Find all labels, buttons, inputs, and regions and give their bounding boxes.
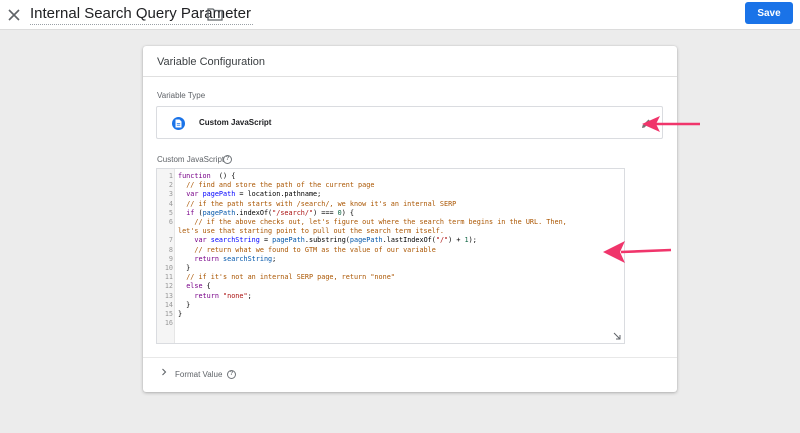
code-text: let's use that starting point to pull ou… bbox=[178, 227, 444, 236]
line-number: 13 bbox=[164, 291, 173, 300]
line-number: 1 bbox=[168, 172, 173, 180]
line-number: 11 bbox=[164, 273, 173, 282]
folder-icon[interactable] bbox=[207, 7, 223, 21]
format-value-help-icon[interactable]: ? bbox=[227, 370, 236, 379]
line-number: 14 bbox=[164, 300, 173, 309]
close-icon[interactable] bbox=[4, 5, 24, 25]
code-line: 12 else { bbox=[157, 282, 624, 291]
line-number: 7 bbox=[168, 236, 173, 245]
chevron-right-icon[interactable] bbox=[160, 368, 168, 376]
variable-type-label: Variable Type bbox=[157, 91, 206, 100]
code-line: 9 return searchString; bbox=[157, 255, 624, 264]
code-line: 14 } bbox=[157, 301, 624, 310]
code-line: 7 var searchString = pagePath.substring(… bbox=[157, 236, 624, 245]
line-number: 15 bbox=[164, 310, 173, 318]
code-line: 4 // if the path starts with /search/, w… bbox=[157, 200, 624, 209]
card-title: Variable Configuration bbox=[157, 56, 266, 68]
code-text: var searchString = pagePath.substring(pa… bbox=[194, 236, 477, 245]
card-header: Variable Configuration bbox=[143, 46, 677, 77]
code-text: } bbox=[178, 300, 191, 309]
code-text: // if the path starts with /search/, we … bbox=[186, 199, 457, 208]
line-number: 3 bbox=[168, 190, 173, 199]
code-text: // if the above checks out, let's figure… bbox=[194, 218, 567, 226]
custom-javascript-label: Custom JavaScript bbox=[157, 155, 225, 164]
resize-handle-icon[interactable] bbox=[613, 332, 621, 340]
code-text: // find and store the path of the curren… bbox=[186, 181, 375, 190]
code-line: 6 // if the above checks out, let's figu… bbox=[157, 218, 624, 227]
line-number: 6 bbox=[168, 218, 173, 226]
divider bbox=[143, 357, 677, 358]
line-number: 12 bbox=[164, 282, 173, 291]
code-text: } bbox=[178, 264, 191, 272]
help-icon[interactable]: ? bbox=[223, 155, 232, 164]
code-line: 1 function () { bbox=[157, 172, 624, 181]
code-editor[interactable]: 1 function () {2 // find and store the pa… bbox=[156, 168, 625, 344]
code-text: } bbox=[178, 310, 183, 318]
code-line: 5 if (pagePath.indexOf("/search/") === 0… bbox=[157, 209, 624, 218]
line-number: 4 bbox=[168, 199, 173, 208]
code-line: 13 return "none"; bbox=[157, 292, 624, 301]
line-number: 5 bbox=[168, 208, 173, 217]
line-number: 10 bbox=[164, 264, 173, 272]
code-line: 2 // find and store the path of the curr… bbox=[157, 181, 624, 190]
code-text: else { bbox=[186, 282, 211, 291]
code-line: 15} bbox=[157, 310, 624, 319]
line-number: 2 bbox=[168, 181, 173, 190]
code-line: 10 } bbox=[157, 264, 624, 273]
document-icon bbox=[172, 117, 185, 130]
code-text: if (pagePath.indexOf("/search/") === 0) … bbox=[186, 208, 355, 217]
line-number: 8 bbox=[168, 245, 173, 254]
code-text: return searchString; bbox=[194, 254, 277, 263]
format-value-toggle[interactable]: Format Value bbox=[175, 370, 222, 379]
code-line: 8 // return what we found to GTM as the … bbox=[157, 246, 624, 255]
code-text: return "none"; bbox=[194, 291, 252, 300]
code-line: 11 // if it's not an internal SERP page,… bbox=[157, 273, 624, 282]
code-text: function () { bbox=[178, 172, 236, 180]
line-number: 16 bbox=[164, 319, 173, 328]
line-number: 9 bbox=[168, 254, 173, 263]
annotation-arrow-icon bbox=[642, 116, 700, 132]
variable-configuration-card: Variable Configuration Variable Type Cus… bbox=[143, 46, 677, 392]
annotation-arrow-icon bbox=[603, 241, 672, 263]
code-line: 16 bbox=[157, 319, 624, 328]
save-button[interactable]: Save bbox=[745, 2, 793, 24]
code-line: 3 var pagePath = location.pathname; bbox=[157, 190, 624, 199]
top-bar: Internal Search Query Parameter Save bbox=[0, 0, 800, 30]
variable-type-name: Custom JavaScript bbox=[199, 118, 272, 127]
variable-type-selector[interactable]: Custom JavaScript bbox=[156, 106, 663, 139]
code-text: // if it's not an internal SERP page, re… bbox=[186, 273, 395, 282]
code-text: var pagePath = location.pathname; bbox=[186, 190, 322, 199]
code-text: // return what we found to GTM as the va… bbox=[194, 245, 436, 254]
code-line: let's use that starting point to pull ou… bbox=[157, 227, 624, 236]
